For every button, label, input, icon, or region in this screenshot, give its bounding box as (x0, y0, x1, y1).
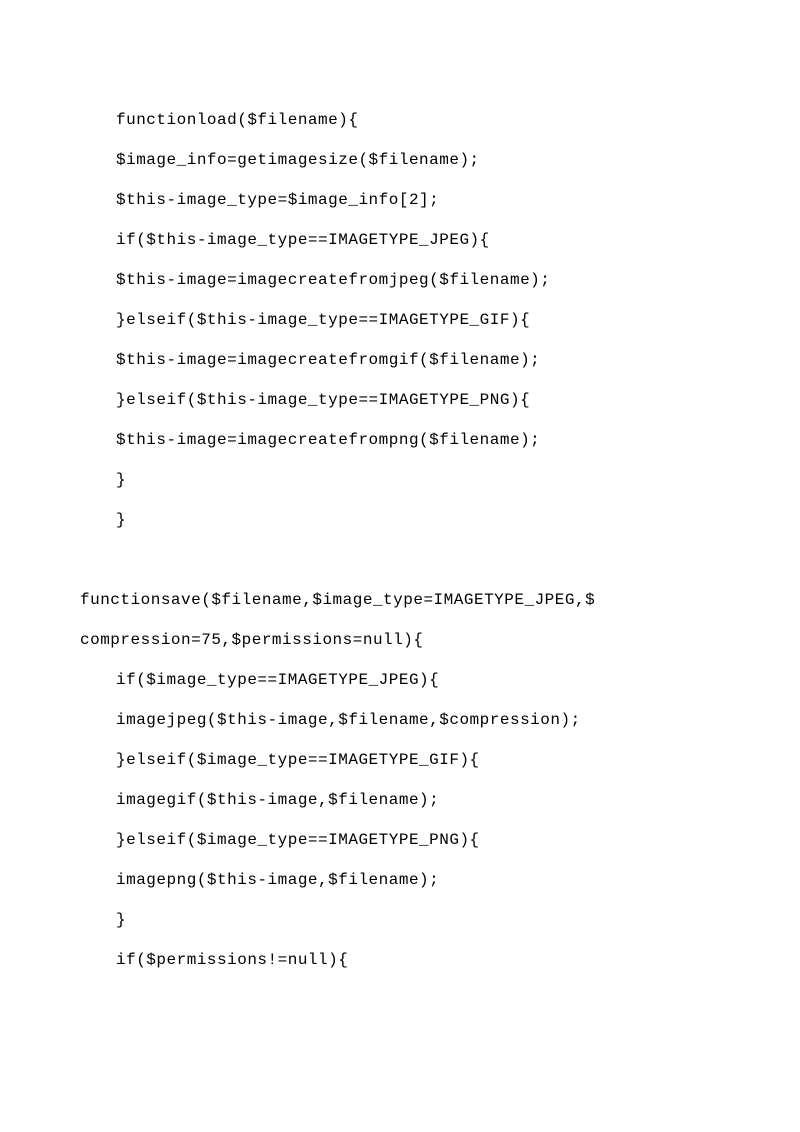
code-line: if($permissions!=null){ (80, 940, 720, 980)
code-line: } (80, 900, 720, 940)
code-document: functionload($filename){$image_info=geti… (0, 0, 800, 1040)
code-line: $image_info=getimagesize($filename); (80, 140, 720, 180)
code-line: if($this-image_type==IMAGETYPE_JPEG){ (80, 220, 720, 260)
code-line: $this-image=imagecreatefrompng($filename… (80, 420, 720, 460)
code-line: }elseif($image_type==IMAGETYPE_PNG){ (80, 820, 720, 860)
code-line: imagejpeg($this-image,$filename,$compres… (80, 700, 720, 740)
code-line: } (80, 460, 720, 500)
code-line: imagegif($this-image,$filename); (80, 780, 720, 820)
code-line: }elseif($this-image_type==IMAGETYPE_GIF)… (80, 300, 720, 340)
code-line: $this-image=imagecreatefromjpeg($filenam… (80, 260, 720, 300)
code-line: } (80, 500, 720, 540)
code-line: $this-image=imagecreatefromgif($filename… (80, 340, 720, 380)
code-line: $this-image_type=$image_info[2]; (80, 180, 720, 220)
code-line: functionload($filename){ (80, 100, 720, 140)
code-line: compression=75,$permissions=null){ (80, 620, 720, 660)
blank-line (80, 540, 720, 580)
code-line: if($image_type==IMAGETYPE_JPEG){ (80, 660, 720, 700)
code-line: }elseif($this-image_type==IMAGETYPE_PNG)… (80, 380, 720, 420)
code-line: functionsave($filename,$image_type=IMAGE… (80, 580, 720, 620)
code-line: }elseif($image_type==IMAGETYPE_GIF){ (80, 740, 720, 780)
code-line: imagepng($this-image,$filename); (80, 860, 720, 900)
